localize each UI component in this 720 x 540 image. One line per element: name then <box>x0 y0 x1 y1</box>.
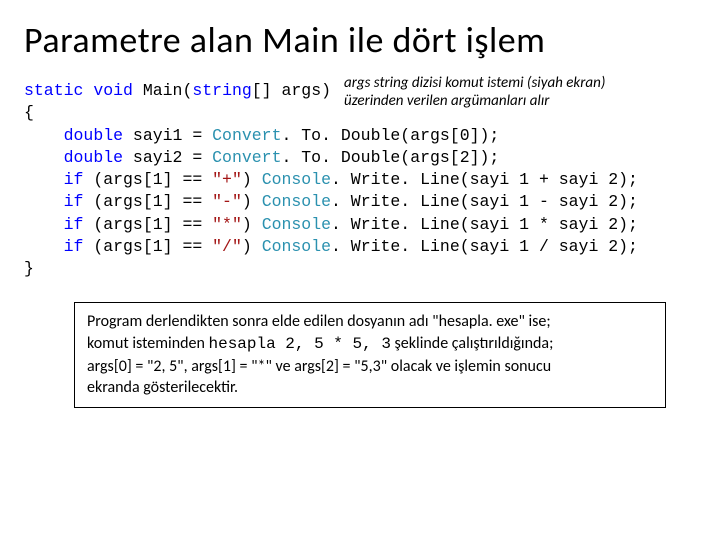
note-line2a: komut isteminden <box>87 334 208 353</box>
type-console-4: Console <box>262 237 331 256</box>
code-line-sayi1: double sayi1 = Convert. To. Double(args[… <box>24 125 696 147</box>
code-line-if-mul: if (args[1] == "*") Console. Write. Line… <box>24 214 696 236</box>
code-line-if-plus: if (args[1] == "+") Console. Write. Line… <box>24 169 696 191</box>
note-line3: args[0] = "2, 5", args[1] = "*" ve args[… <box>87 357 551 376</box>
code-line-if-minus: if (args[1] == "-") Console. Write. Line… <box>24 191 696 213</box>
annotation: args string dizisi komut istemi (siyah e… <box>344 74 720 110</box>
paren-2: ) <box>242 192 262 211</box>
op-div: / <box>539 237 549 256</box>
kw-if-3: if <box>64 215 84 234</box>
args1-eq-2: (args[1] == <box>83 192 212 211</box>
ident-main: Main <box>143 81 183 100</box>
explanation-box: Program derlendikten sonra elde edilen d… <box>74 302 666 407</box>
type-convert-1: Convert <box>212 126 281 145</box>
paren-3: ) <box>242 215 262 234</box>
args1-eq-3: (args[1] == <box>83 215 212 234</box>
str-plus: "+" <box>212 170 242 189</box>
wl-close-4: sayi 2); <box>549 237 638 256</box>
paren-1: ) <box>242 170 262 189</box>
code-block: args string dizisi komut istemi (siyah e… <box>24 80 696 280</box>
todouble-0: . To. Double(args[0]); <box>281 126 499 145</box>
sayi2-decl: sayi2 = <box>123 148 212 167</box>
note-line4: ekranda gösterilecektir. <box>87 378 238 397</box>
note-line1: Program derlendikten sonra elde edilen d… <box>87 312 551 331</box>
type-console-2: Console <box>262 192 331 211</box>
wl-close-3: sayi 2); <box>549 215 638 234</box>
kw-if-4: if <box>64 237 84 256</box>
annotation-line1: args string dizisi komut istemi (siyah e… <box>344 74 605 92</box>
paren-4: ) <box>242 237 262 256</box>
wl-open-4: . Write. Line(sayi 1 <box>331 237 539 256</box>
str-minus: "-" <box>212 192 242 211</box>
code-line-if-div: if (args[1] == "/") Console. Write. Line… <box>24 236 696 258</box>
kw-if-1: if <box>64 170 84 189</box>
kw-string: string <box>192 81 251 100</box>
slide-title: Parametre alan Main ile dört işlem <box>24 18 696 62</box>
note-line2c: şeklinde çalıştırıldığında; <box>391 334 553 353</box>
str-div: "/" <box>212 237 242 256</box>
note-command: hesapla 2, 5 * 5, 3 <box>208 335 390 353</box>
op-mul: * <box>539 215 549 234</box>
wl-open-2: . Write. Line(sayi 1 <box>331 192 539 211</box>
wl-open-1: . Write. Line(sayi 1 <box>331 170 539 189</box>
args1-eq-4: (args[1] == <box>83 237 212 256</box>
annotation-line2: üzerinden verilen argümanları alır <box>344 92 549 110</box>
kw-if-2: if <box>64 192 84 211</box>
wl-close-1: sayi 2); <box>549 170 638 189</box>
op-minus: - <box>539 192 549 211</box>
kw-static: static <box>24 81 83 100</box>
todouble-2: . To. Double(args[2]); <box>281 148 499 167</box>
kw-void: void <box>93 81 133 100</box>
args1-eq-1: (args[1] == <box>83 170 212 189</box>
sayi1-decl: sayi1 = <box>123 126 212 145</box>
str-mul: "*" <box>212 215 242 234</box>
type-console-1: Console <box>262 170 331 189</box>
op-plus: + <box>539 170 549 189</box>
kw-double-2: double <box>64 148 123 167</box>
code-line-brace-close: } <box>24 258 696 280</box>
args-param: [] args) <box>252 81 331 100</box>
wl-close-2: sayi 2); <box>549 192 638 211</box>
code-line-sayi2: double sayi2 = Convert. To. Double(args[… <box>24 147 696 169</box>
wl-open-3: . Write. Line(sayi 1 <box>331 215 539 234</box>
kw-double-1: double <box>64 126 123 145</box>
type-convert-2: Convert <box>212 148 281 167</box>
type-console-3: Console <box>262 215 331 234</box>
